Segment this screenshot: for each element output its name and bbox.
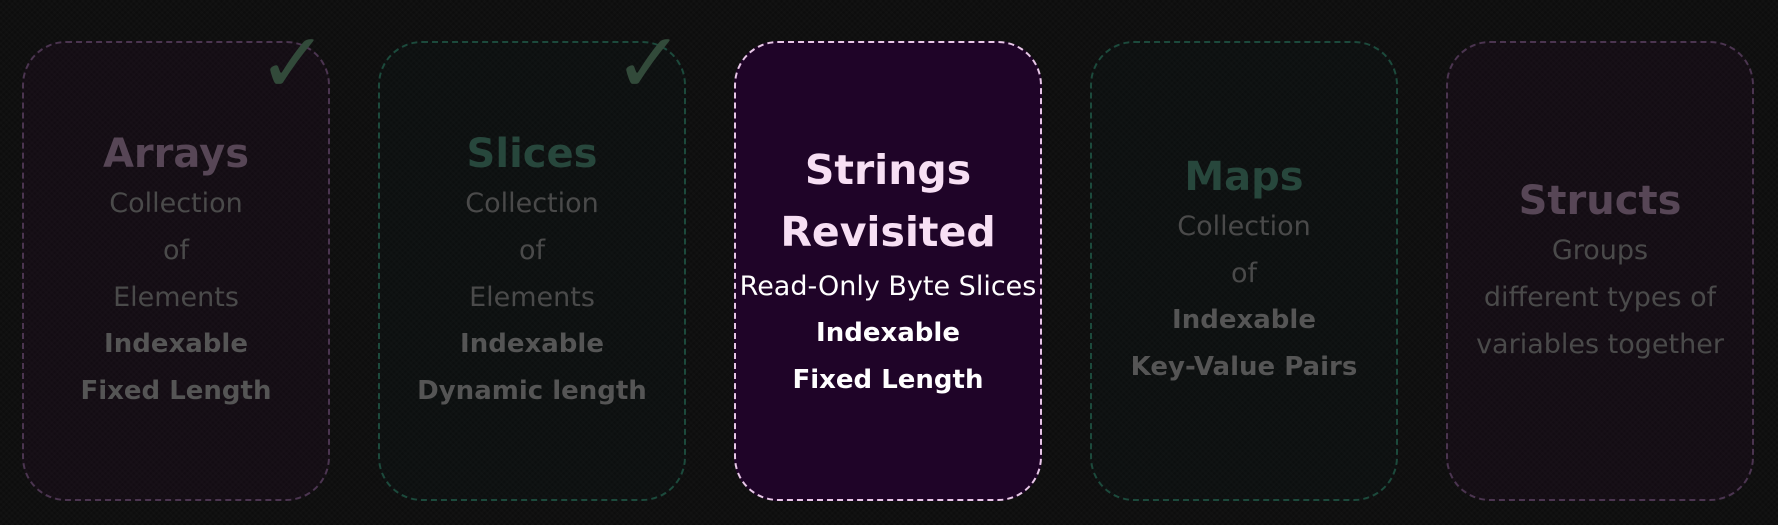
card-line: different types of xyxy=(1483,281,1717,313)
card-bold-line: Fixed Length xyxy=(80,375,272,406)
card-line: Groups xyxy=(1551,234,1649,266)
card-bold-line: Indexable xyxy=(104,328,248,359)
card-line: Collection xyxy=(1177,211,1311,242)
check-icon: ✓ xyxy=(257,14,328,112)
check-icon: ✓ xyxy=(613,14,684,112)
card-line: of xyxy=(1230,258,1258,289)
card-line: Collection xyxy=(465,187,599,219)
card-arrays[interactable]: ✓ Arrays Collection of Elements Indexabl… xyxy=(22,21,330,501)
card-line: Elements xyxy=(113,281,239,313)
card-title: Maps xyxy=(1184,154,1304,200)
card-line: Read-Only Byte Slices xyxy=(739,270,1037,302)
card-line: of xyxy=(162,234,190,266)
card-title: Arrays xyxy=(102,130,250,177)
card-bold-line: Indexable xyxy=(816,317,960,348)
card-maps[interactable]: Maps Collection of Indexable Key-Value P… xyxy=(1090,41,1398,501)
card-bold-line: Dynamic length xyxy=(417,375,647,406)
card-line: Collection xyxy=(109,187,243,219)
card-bold-line: Key-Value Pairs xyxy=(1130,352,1358,382)
card-title-line1: Strings xyxy=(804,145,972,194)
card-title-line2: Revisited xyxy=(780,207,996,256)
card-bold-line: Indexable xyxy=(1172,305,1316,335)
card-title: Slices xyxy=(466,130,598,177)
card-line: of xyxy=(518,234,546,266)
card-line: Elements xyxy=(469,281,595,313)
card-line: variables together xyxy=(1476,328,1724,360)
card-structs[interactable]: Structs Groups different types of variab… xyxy=(1446,41,1754,501)
card-title: Structs xyxy=(1518,177,1682,224)
card-bold-line: Fixed Length xyxy=(792,364,984,395)
card-slices[interactable]: ✓ Slices Collection of Elements Indexabl… xyxy=(378,21,686,501)
card-bold-line: Indexable xyxy=(460,328,604,359)
card-strings-revisited[interactable]: Strings Revisited Read-Only Byte Slices … xyxy=(734,41,1042,501)
